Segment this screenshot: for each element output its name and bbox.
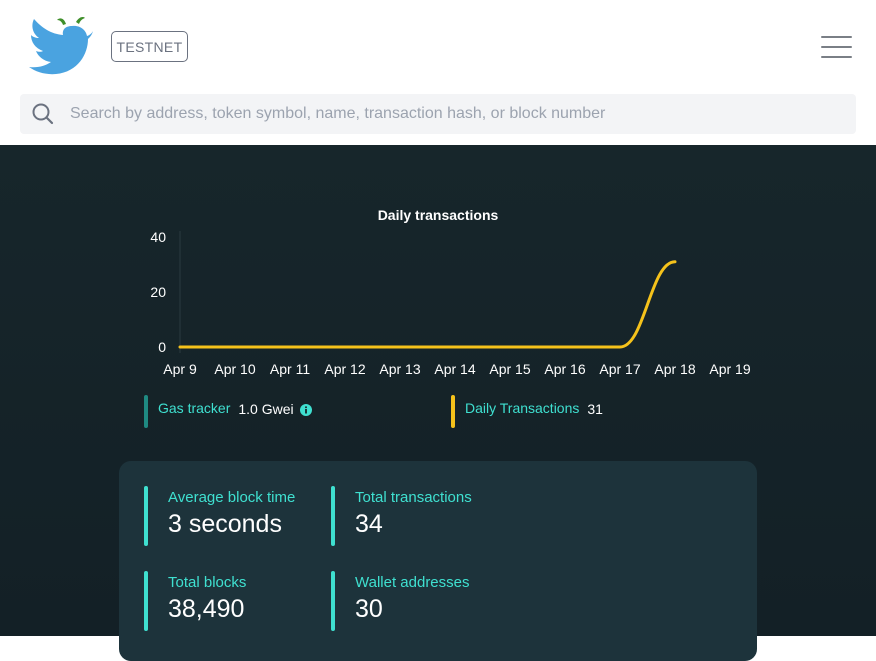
x-tick-label: Apr 17 <box>599 361 640 377</box>
stat-bar <box>331 571 335 631</box>
x-tick-label: Apr 15 <box>489 361 530 377</box>
stat-label: Wallet addresses <box>355 574 470 591</box>
x-tick-label: Apr 10 <box>214 361 255 377</box>
x-tick-label: Apr 12 <box>324 361 365 377</box>
stat-label: Average block time <box>168 489 296 506</box>
chart-title: Daily transactions <box>378 207 499 223</box>
search-icon <box>32 103 54 125</box>
menu-icon[interactable] <box>821 33 853 61</box>
daily-tx-label: Daily Transactions <box>465 400 580 416</box>
bird-logo-icon[interactable] <box>26 14 94 78</box>
x-tick-label: Apr 16 <box>544 361 585 377</box>
daily-transactions-chart: Daily transactions 0 20 40 Apr 9 Apr 10 Apr 11… <box>140 195 770 385</box>
x-tick-label: Apr 13 <box>379 361 420 377</box>
stat-bar <box>144 486 148 546</box>
daily-transactions-line <box>178 260 677 349</box>
stat-bar <box>331 486 335 546</box>
stat-value: 3 seconds <box>168 510 282 538</box>
x-tick-label: Apr 14 <box>434 361 475 377</box>
stat-value: 34 <box>355 510 383 538</box>
info-icon[interactable] <box>299 404 312 416</box>
stat-bar <box>144 571 148 631</box>
stat-value: 38,490 <box>168 595 245 623</box>
daily-tx-legend-bar <box>451 395 455 428</box>
gas-legend-bar <box>144 395 148 428</box>
stats-card: Average block time 3 seconds Total trans… <box>119 461 757 661</box>
header: TESTNET <box>0 0 876 145</box>
gas-tracker-value: 1.0 Gwei <box>238 401 294 417</box>
x-tick-label: Apr 11 <box>270 361 310 377</box>
x-tick-label: Apr 19 <box>709 361 750 377</box>
network-badge[interactable]: TESTNET <box>111 31 188 62</box>
x-tick-label: Apr 9 <box>163 361 197 377</box>
stat-value: 30 <box>355 595 383 623</box>
x-tick-label: Apr 18 <box>654 361 695 377</box>
y-tick-label: 0 <box>158 339 166 355</box>
search-bar[interactable] <box>20 94 856 134</box>
chart-svg: Daily transactions 0 20 40 Apr 9 Apr 10 Apr 11… <box>150 207 750 377</box>
stat-label: Total blocks <box>168 574 247 591</box>
y-tick-label: 20 <box>150 284 166 300</box>
daily-tx-value: 31 <box>587 401 603 417</box>
legend-daily-transactions[interactable]: Daily Transactions 31 <box>451 395 603 428</box>
y-tick-label: 40 <box>150 229 166 245</box>
search-input[interactable] <box>68 104 856 124</box>
stat-label: Total transactions <box>355 489 472 506</box>
gas-tracker-label: Gas tracker <box>158 400 231 416</box>
legend-gas-tracker[interactable]: Gas tracker 1.0 Gwei <box>144 395 312 428</box>
